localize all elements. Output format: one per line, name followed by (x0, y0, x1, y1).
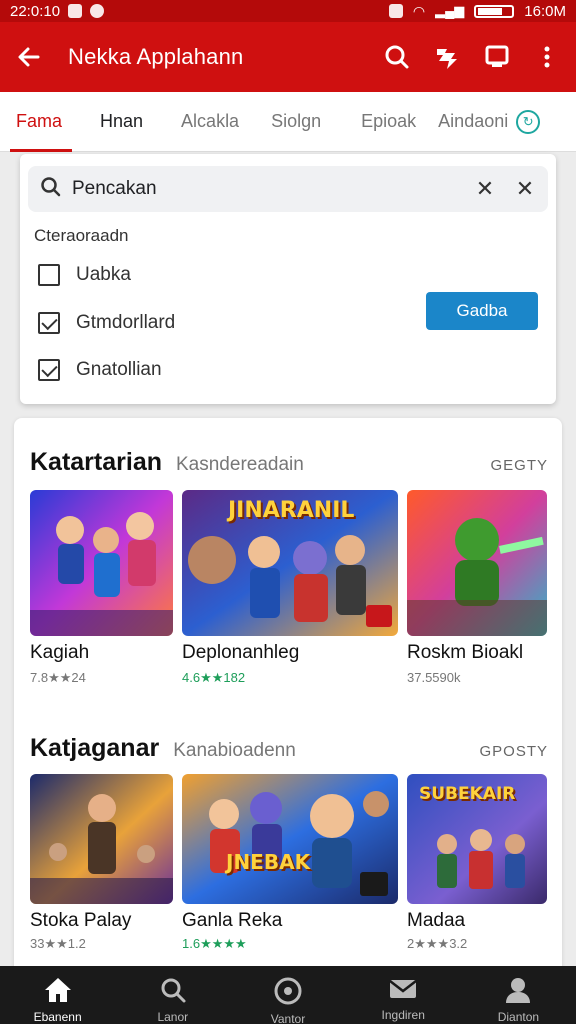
tab-fama[interactable]: Fama (0, 92, 78, 152)
filter-option[interactable]: Uabka (38, 264, 131, 286)
search-icon (40, 176, 62, 203)
nav-label: Ingdiren (381, 1008, 425, 1022)
status-clock: 16:0M (524, 2, 566, 20)
filter-option-label: Uabka (76, 264, 131, 285)
search-icon (159, 976, 187, 1007)
tab-hnan[interactable]: Hnan (84, 92, 159, 152)
mail-icon (388, 976, 418, 1005)
game-thumbnail[interactable] (30, 774, 173, 904)
content-list: Katartarian Kasndereadain GEGTY Kagiah 7… (14, 418, 562, 978)
section-more-link[interactable]: GEGTY (490, 457, 548, 474)
game-title: Deplonanhleg (182, 642, 300, 663)
tab-aindaoni[interactable]: Aindaoni ↻ (432, 92, 556, 152)
game-rating: 2★★★3.2 (407, 936, 468, 951)
checkbox-checked[interactable] (38, 359, 60, 381)
filter-option[interactable]: Gtmdorllard (38, 312, 175, 334)
section-subtitle: Kanabioadenn (173, 740, 296, 761)
tab-epioak[interactable]: Epioak (345, 92, 432, 152)
bottom-navigation: Ebanenn Lanor Vantor Ingdiren Dianton (0, 966, 576, 1024)
game-card[interactable]: Kagiah 7.8★★24 (30, 490, 173, 690)
more-vert-icon[interactable] (532, 42, 562, 72)
game-thumbnail[interactable]: JNEBAK (182, 774, 398, 904)
section-header: Katjaganar Kanabioadenn GPOSTY (30, 734, 548, 763)
game-card[interactable]: Stoka Palay 33★★1.2 (30, 774, 173, 974)
game-rating: 37.5590k (407, 670, 461, 685)
tab-label: Hnan (100, 111, 144, 131)
game-thumbnail[interactable] (30, 490, 173, 636)
search-icon[interactable] (382, 42, 412, 72)
game-rating: 1.6★★★★ (182, 936, 247, 951)
section-title: Katartarian (30, 448, 162, 476)
game-card[interactable]: SUBEKAIR Madaa 2★★★3.2 (407, 774, 547, 974)
nav-home[interactable]: Ebanenn (0, 966, 115, 1024)
search-input[interactable]: Pencakan (72, 178, 157, 200)
share-icon[interactable] (432, 42, 462, 72)
game-title: Stoka Palay (30, 910, 132, 931)
game-title: Kagiah (30, 642, 90, 663)
tab-bar: Fama Hnan Alcakla Siolgn Epioak Aindaoni… (0, 92, 576, 152)
section-subtitle: Kasndereadain (176, 454, 304, 475)
nav-search[interactable]: Lanor (115, 966, 230, 1024)
game-thumbnail[interactable]: JINARANIL (182, 490, 398, 636)
game-card[interactable]: JINARANIL Deplonanhleg 4.6★★182 (182, 490, 398, 690)
game-title: Madaa (407, 910, 466, 931)
notification-icon (68, 4, 83, 18)
checkbox-checked[interactable] (38, 312, 60, 334)
nav-inbox[interactable]: Ingdiren (346, 966, 461, 1024)
nav-profile[interactable]: Dianton (461, 966, 576, 1024)
clear-icon[interactable]: ✕ (474, 176, 496, 202)
mute-icon (388, 4, 403, 18)
status-bar: 22:0:10 ◠ ▂▄▆ 16:0M (0, 0, 576, 22)
game-thumbnail-logo: JNEBAK (226, 850, 311, 874)
app-title: Nekka Applahann (68, 44, 244, 69)
filter-heading: Cteraoraadn (34, 226, 129, 245)
battery-icon (474, 4, 515, 18)
game-title: Ganla Reka (182, 910, 283, 931)
tab-label: Fama (16, 111, 63, 131)
game-thumbnail[interactable] (407, 490, 547, 636)
game-thumbnail-logo: SUBEKAIR (419, 784, 516, 804)
home-icon (43, 976, 73, 1007)
section-header: Katartarian Kasndereadain GEGTY (30, 448, 548, 477)
status-time: 22:0:10 (10, 2, 61, 20)
tab-label: Epioak (361, 111, 417, 131)
nav-label: Lanor (157, 1010, 189, 1024)
cast-icon[interactable] (482, 42, 512, 72)
explore-icon (273, 976, 303, 1009)
back-arrow-icon[interactable] (14, 42, 44, 72)
game-title: Roskm Bioakl (407, 642, 524, 663)
tab-label: Alcakla (181, 111, 240, 131)
tab-siolgn[interactable]: Siolgn (255, 92, 337, 152)
close-icon[interactable]: ✕ (514, 176, 536, 202)
profile-icon (504, 976, 532, 1007)
message-icon (90, 4, 105, 18)
filter-option-label: Gtmdorllard (76, 312, 176, 333)
apply-button[interactable]: Gadba (426, 292, 538, 330)
checkbox-unchecked[interactable] (38, 264, 60, 286)
game-rating: 4.6★★182 (182, 670, 246, 685)
wifi-icon: ◠ (412, 2, 426, 19)
game-rating: 33★★1.2 (30, 936, 86, 951)
search-field[interactable]: Pencakan ✕ ✕ (28, 166, 548, 212)
tab-label: Siolgn (271, 111, 322, 131)
tab-label: Aindaoni (438, 111, 509, 131)
game-rating: 7.8★★24 (30, 670, 86, 685)
section-title: Katjaganar (30, 734, 160, 762)
nav-label: Dianton (497, 1010, 540, 1024)
game-card[interactable]: JNEBAK Ganla Reka 1.6★★★★ (182, 774, 398, 974)
game-thumbnail[interactable]: SUBEKAIR (407, 774, 547, 904)
filter-option-label: Gnatollian (76, 359, 162, 380)
nav-label: Vantor (270, 1012, 306, 1024)
refresh-icon[interactable]: ↻ (516, 109, 541, 134)
nav-label: Ebanenn (33, 1010, 82, 1024)
tab-alcakla[interactable]: Alcakla (165, 92, 255, 152)
game-thumbnail-logo: JINARANIL (228, 498, 355, 523)
game-card[interactable]: Roskm Bioakl 37.5590k (407, 490, 547, 690)
app-bar: Nekka Applahann (0, 22, 576, 92)
nav-explore[interactable]: Vantor (230, 966, 345, 1024)
filter-panel: Pencakan ✕ ✕ Cteraoraadn Uabka Gtmdorlla… (20, 154, 556, 404)
filter-option[interactable]: Gnatollian (38, 359, 162, 381)
signal-icon: ▂▄▆ (435, 3, 465, 18)
section-more-link[interactable]: GPOSTY (479, 743, 548, 760)
